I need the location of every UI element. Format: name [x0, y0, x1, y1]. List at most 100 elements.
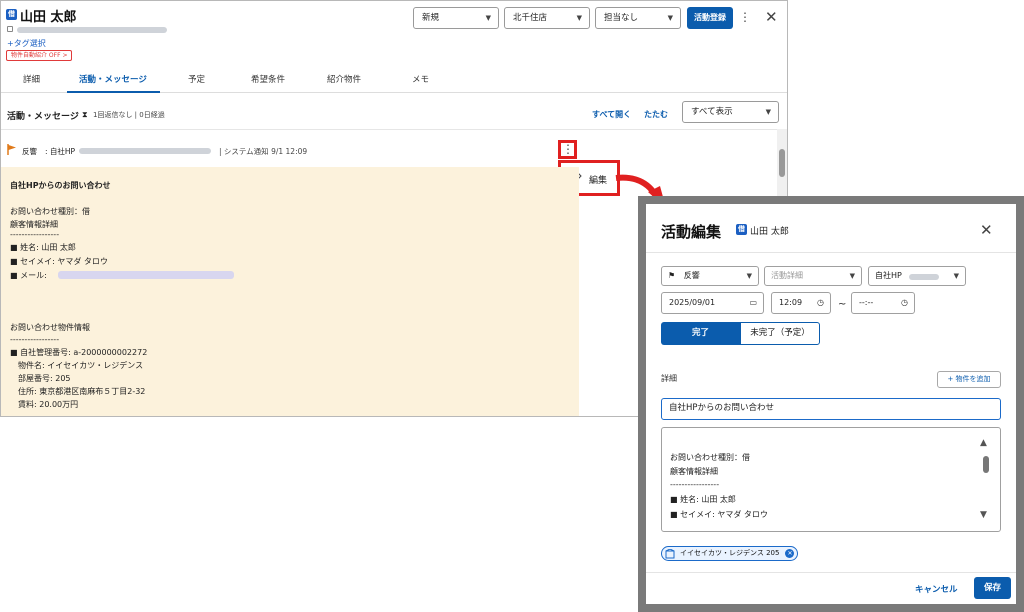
cancel-button[interactable]: キャンセル [915, 583, 958, 595]
date-input[interactable]: 2025/09/01 ▭ [661, 292, 764, 314]
event-kebab-highlight[interactable]: ⋮ [558, 140, 577, 159]
scrollbar-thumb[interactable] [779, 149, 785, 177]
contact-name: 山田 太郎 [20, 10, 77, 25]
property-chip: イイセイカツ・レジデンス 205 ✕ [661, 546, 799, 561]
subject-input[interactable]: 自社HPからのお問い合わせ [661, 398, 1001, 420]
chevron-down-icon: ▼ [746, 272, 752, 280]
redacted-email [58, 271, 234, 279]
clock-icon[interactable]: ◷ [817, 293, 824, 313]
status-select-value: 新規 [422, 13, 440, 23]
chevron-down-icon: ▼ [765, 108, 771, 116]
active-tab-indicator [67, 91, 160, 93]
content-line: 物件名: イイセイカツ・レジデンス [18, 361, 144, 370]
add-property-button[interactable]: + 物件を追加 [937, 371, 1001, 388]
start-time-value: 12:09 [779, 298, 803, 307]
tag-select-link[interactable]: +タグ選択 [7, 38, 46, 49]
filter-select-value: すべて表示 [691, 107, 733, 117]
content-line: 自社HPからのお問い合わせ [10, 181, 111, 190]
chevron-down-icon: ▼ [849, 272, 855, 280]
source-select-value: 自社HP [875, 271, 902, 280]
save-button[interactable]: 保存 [974, 577, 1011, 599]
modal-contact-name: 山田 太郎 [750, 227, 789, 237]
register-activity-button[interactable]: 活動登録 [687, 7, 733, 29]
tab-bar: 詳細 活動・メッセージ 予定 希望条件 紹介物件 メモ [1, 67, 787, 93]
scrollbar-thumb[interactable] [983, 456, 989, 473]
event-system-info: | システム通知 9/1 12:09 [219, 147, 308, 156]
activity-detail-placeholder: 活動詳細 [771, 271, 803, 280]
content-line: ■ メール: [10, 271, 47, 280]
calendar-icon[interactable]: ▭ [749, 293, 757, 313]
start-time-input[interactable]: 12:09 ◷ [771, 292, 831, 314]
assignee-select[interactable]: 担当なし ▼ [595, 7, 681, 29]
chevron-down-icon: ▼ [667, 14, 673, 22]
contact-card-icon: 借 [6, 9, 17, 20]
status-select[interactable]: 新規 ▼ [413, 7, 499, 29]
body-line: ■ 姓名: 山田 太郎 [670, 495, 736, 504]
tab-schedule[interactable]: 予定 [188, 73, 205, 85]
chevron-down-icon: ▼ [953, 272, 959, 280]
building-icon [665, 549, 675, 559]
tab-memo[interactable]: メモ [412, 73, 429, 85]
activity-type-select[interactable]: ⚑ 反響 ▼ [661, 266, 759, 286]
redacted-source [79, 148, 211, 154]
event-type: 反響 [22, 147, 37, 156]
content-line: お問い合わせ種別：借 [10, 207, 90, 216]
flag-icon: ⚑ [668, 271, 676, 280]
clock-icon[interactable]: ◷ [901, 293, 908, 313]
divider [646, 572, 1016, 573]
detail-label: 詳細 [661, 374, 677, 383]
open-all-link[interactable]: すべて開く [592, 109, 631, 120]
content-line: 部屋番号: 205 [18, 374, 71, 383]
scroll-up-icon[interactable]: ▲ [980, 438, 987, 448]
end-time-input[interactable]: --:-- ◷ [851, 292, 915, 314]
activity-detail-select[interactable]: 活動詳細 ▼ [764, 266, 862, 286]
content-line: お問い合わせ物件情報 [10, 323, 90, 332]
time-range-separator: ~ [838, 299, 847, 310]
more-menu-icon[interactable]: ⋮ [739, 11, 751, 23]
content-line: 賃料: 20.00万円 [18, 400, 79, 409]
remove-chip-icon[interactable]: ✕ [785, 549, 795, 558]
content-line: 住所: 東京都港区南麻布５丁目2-32 [18, 387, 146, 396]
date-value: 2025/09/01 [669, 298, 716, 307]
divider [646, 252, 1016, 253]
redacted-email [17, 27, 167, 33]
flag-icon [7, 144, 16, 155]
done-toggle-button[interactable]: 完了 [661, 322, 740, 345]
tab-introduced-properties[interactable]: 紹介物件 [327, 73, 361, 85]
activity-content: 自社HPからのお問い合わせ お問い合わせ種別：借 顧客情報詳細 --------… [1, 167, 579, 416]
tab-activity[interactable]: 活動・メッセージ [79, 73, 147, 85]
redacted-source [909, 274, 939, 280]
store-select[interactable]: 北千住店 ▼ [504, 7, 590, 29]
content-line: ■ 姓名: 山田 太郎 [10, 243, 76, 252]
undone-toggle-button[interactable]: 未完了（予定） [740, 322, 820, 345]
hourglass-icon: ⧗ [82, 110, 88, 119]
content-line: ----------------- [10, 230, 60, 239]
email-icon [7, 26, 13, 32]
close-icon[interactable]: ✕ [765, 10, 778, 25]
tab-preferences[interactable]: 希望条件 [251, 73, 285, 85]
content-line: 顧客情報詳細 [10, 220, 58, 229]
activity-heading: 活動・メッセージ [7, 112, 79, 122]
contact-card-icon: 借 [736, 224, 747, 235]
event-more-icon[interactable]: ⋮ [562, 143, 574, 155]
close-icon[interactable]: ✕ [980, 221, 993, 239]
modal-title: 活動編集 [661, 223, 722, 241]
filter-select[interactable]: すべて表示 ▼ [682, 101, 779, 123]
body-line: ■ セイメイ: ヤマダ タロウ [670, 510, 768, 519]
scroll-down-icon[interactable]: ▼ [980, 510, 987, 520]
fold-link[interactable]: たたむ [644, 109, 668, 120]
assignee-select-value: 担当なし [604, 13, 639, 23]
body-textarea[interactable]: お問い合わせ種別：借 顧客情報詳細 ----------------- ■ 姓名… [661, 427, 1001, 532]
auto-intro-badge-label: 物件自動紹介 OFF [11, 52, 61, 59]
source-select[interactable]: 自社HP ▼ [868, 266, 966, 286]
end-time-value: --:-- [859, 298, 874, 307]
content-line: ■ セイメイ: ヤマダ タロウ [10, 257, 108, 266]
tab-details[interactable]: 詳細 [23, 73, 40, 85]
divider [1, 129, 777, 130]
activity-type-value: 反響 [683, 271, 700, 280]
edit-menu-item[interactable]: 編集 [589, 173, 607, 186]
auto-intro-badge[interactable]: 物件自動紹介 OFF > [6, 50, 73, 61]
chevron-down-icon: ▼ [485, 14, 491, 22]
edit-activity-modal: 活動編集 借 山田 太郎 ✕ ⚑ 反響 ▼ 活動詳細 ▼ 自社HP ▼ 2025… [646, 204, 1016, 604]
body-line: ----------------- [670, 480, 720, 489]
